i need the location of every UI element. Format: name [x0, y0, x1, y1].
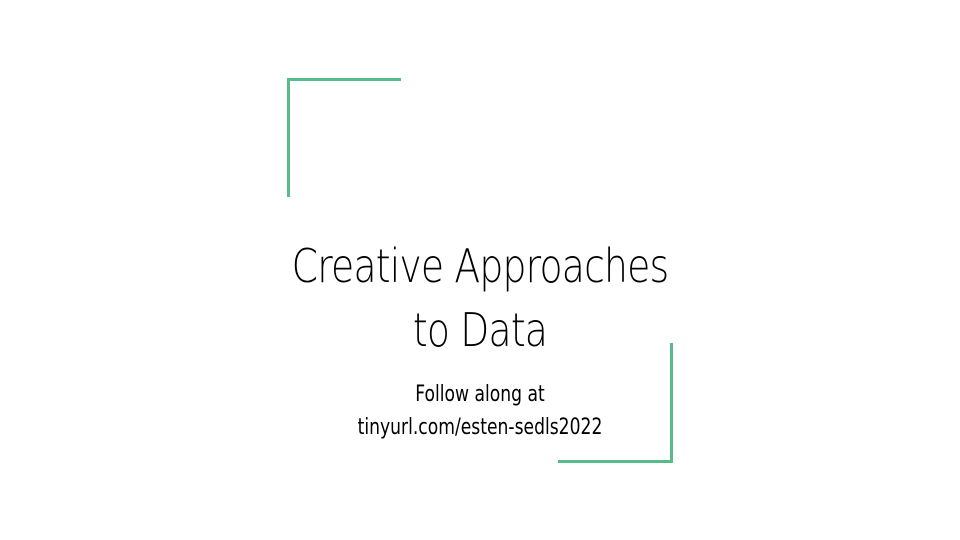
title-slide: Creative Approaches to Data Follow along… — [0, 0, 960, 540]
slide-title: Creative Approaches to Data — [275, 234, 685, 362]
slide-subtitle-line-1: Follow along at — [415, 382, 545, 407]
slide-subtitle-url: tinyurl.com/esten-sedls2022 — [357, 415, 603, 440]
slide-title-line-2: to Data — [412, 303, 548, 357]
decorative-corner-top-left — [287, 78, 401, 197]
slide-title-line-1: Creative Approaches — [291, 239, 669, 293]
slide-subtitle: Follow along at tinyurl.com/esten-sedls2… — [285, 378, 675, 444]
